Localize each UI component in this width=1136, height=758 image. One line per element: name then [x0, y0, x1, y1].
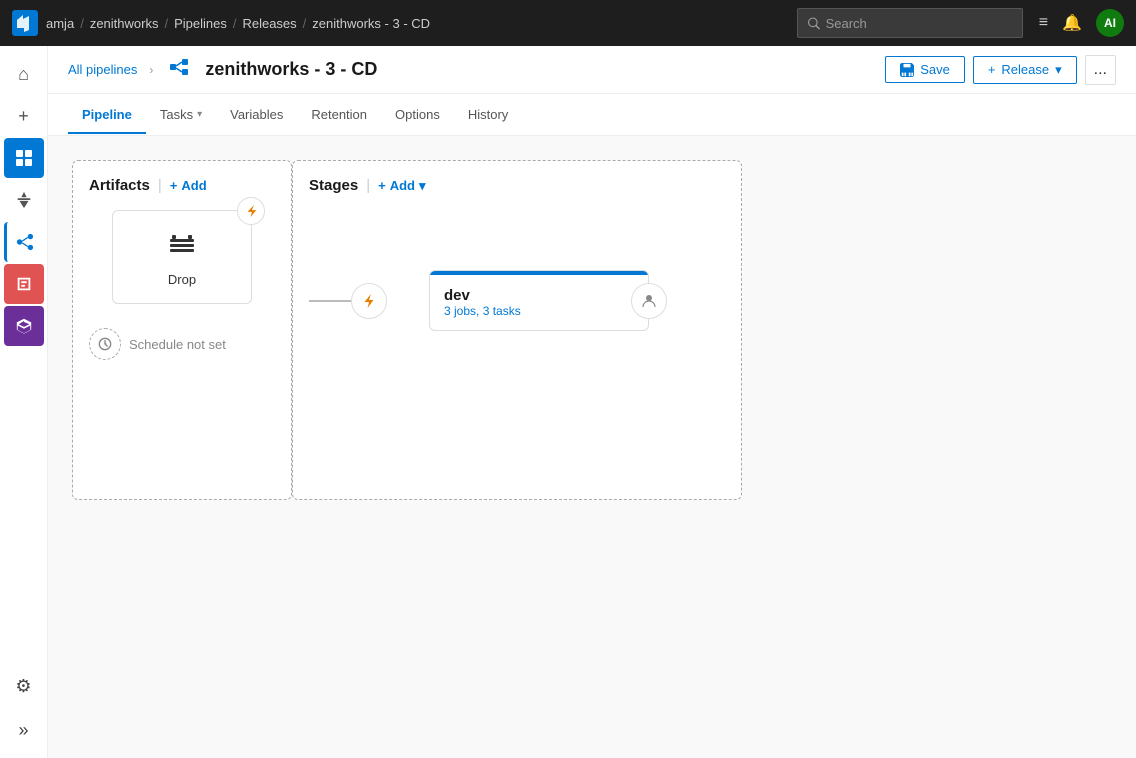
bell-icon[interactable]: 🔔 — [1062, 13, 1082, 33]
person-icon — [641, 293, 657, 309]
tasks-chevron: ▾ — [197, 109, 202, 120]
artifact-type-icon — [166, 227, 198, 266]
schedule-area: Schedule not set — [89, 328, 275, 360]
sidebar-item-add[interactable]: + — [4, 96, 44, 136]
tab-pipeline[interactable]: Pipeline — [68, 97, 146, 134]
sidebar-bottom: ⚙ » — [4, 666, 44, 750]
pipeline-canvas: Artifacts | + Add — [48, 136, 1136, 758]
breadcrumb-amja[interactable]: amja — [46, 16, 74, 31]
schedule-label: Schedule not set — [129, 337, 226, 352]
page-title: zenithworks - 3 - CD — [205, 59, 377, 80]
expand-icon[interactable]: » — [4, 710, 44, 750]
breadcrumb-zenithworks[interactable]: zenithworks — [90, 16, 159, 31]
more-options-button[interactable]: ... — [1085, 55, 1116, 85]
add-label: Add — [181, 178, 206, 193]
artifacts-header: Artifacts | + Add — [89, 177, 275, 194]
tab-history[interactable]: History — [454, 97, 522, 134]
tab-variables[interactable]: Variables — [216, 97, 297, 134]
azure-devops-logo[interactable] — [12, 10, 38, 36]
save-button[interactable]: Save — [885, 56, 965, 83]
stage-meta: 3 jobs, 3 tasks — [444, 304, 634, 318]
stages-title: Stages — [309, 177, 358, 194]
breadcrumb: amja / zenithworks / Pipelines / Release… — [46, 16, 789, 31]
avatar[interactable]: AI — [1096, 9, 1124, 37]
more-icon: ... — [1094, 61, 1107, 78]
breadcrumb-releases[interactable]: Releases — [242, 16, 296, 31]
topbar: amja / zenithworks / Pipelines / Release… — [0, 0, 1136, 46]
lightning-icon — [244, 204, 258, 218]
tab-options[interactable]: Options — [381, 97, 454, 134]
sidebar-item-testplans[interactable] — [4, 264, 44, 304]
breadcrumb-current: zenithworks - 3 - CD — [312, 16, 430, 31]
stage-info: dev 3 jobs, 3 tasks — [444, 287, 634, 318]
stage-lightning-icon — [361, 293, 377, 309]
tab-tasks[interactable]: Tasks ▾ — [146, 97, 216, 134]
pipeline-icon — [169, 57, 189, 82]
sidebar-item-pipelines[interactable] — [4, 222, 44, 262]
breadcrumb-pipelines[interactable]: Pipelines — [174, 16, 227, 31]
artifact-label: Drop — [168, 272, 196, 287]
artifacts-add-link[interactable]: + Add — [170, 178, 207, 193]
stage-name: dev — [444, 287, 634, 304]
stages-add-label: Add — [390, 178, 415, 193]
stages-box: Stages | + Add ▾ — [292, 160, 742, 500]
add-plus-icon: + — [170, 178, 178, 193]
all-pipelines-link[interactable]: All pipelines — [68, 62, 137, 77]
artifact-card[interactable]: Drop — [112, 210, 252, 304]
stages-inner: dev 3 jobs, 3 tasks — [309, 210, 725, 391]
artifact-badge — [237, 197, 265, 225]
artifacts-box: Artifacts | + Add — [72, 160, 292, 500]
sidebar: ⌂ + ⚙ » — [0, 46, 48, 758]
list-icon[interactable]: ≡ — [1039, 14, 1048, 32]
sub-topbar: All pipelines › zenithworks - 3 - CD Sav… — [48, 46, 1136, 94]
stages-add-link[interactable]: + Add ▾ — [378, 178, 425, 194]
sidebar-item-artifacts[interactable] — [4, 306, 44, 346]
tabs-bar: Pipeline Tasks ▾ Variables Retention Opt… — [48, 94, 1136, 136]
main-layout: ⌂ + ⚙ » All pipelines › zen — [0, 46, 1136, 758]
clock-icon — [98, 337, 112, 351]
settings-icon[interactable]: ⚙ — [4, 666, 44, 706]
stage-card-body: dev 3 jobs, 3 tasks — [430, 275, 648, 330]
stages-chevron: ▾ — [419, 178, 426, 194]
release-chevron: ▾ — [1055, 62, 1062, 78]
save-label: Save — [920, 62, 950, 77]
sidebar-item-boards[interactable] — [4, 138, 44, 178]
header-actions: Save + Release ▾ ... — [885, 55, 1116, 85]
stage-trigger-btn[interactable] — [351, 283, 387, 319]
stage-approvers-button[interactable] — [631, 283, 667, 319]
stage-card-dev[interactable]: dev 3 jobs, 3 tasks — [429, 270, 649, 331]
content-area: All pipelines › zenithworks - 3 - CD Sav… — [48, 46, 1136, 758]
pipeline-row: Artifacts | + Add — [72, 160, 1112, 500]
save-icon — [900, 63, 914, 77]
release-label: Release — [1001, 62, 1049, 77]
release-button[interactable]: + Release ▾ — [973, 56, 1077, 84]
stages-add-plus-icon: + — [378, 178, 386, 193]
search-box[interactable] — [797, 8, 1023, 38]
artifacts-title: Artifacts — [89, 177, 150, 194]
search-icon — [808, 17, 820, 30]
sidebar-item-home[interactable]: ⌂ — [4, 54, 44, 94]
plus-icon: + — [988, 62, 996, 77]
schedule-icon[interactable] — [89, 328, 121, 360]
tab-retention[interactable]: Retention — [297, 97, 381, 134]
search-input[interactable] — [826, 16, 1012, 31]
stages-header: Stages | + Add ▾ — [309, 177, 725, 194]
stage-card-wrapper: dev 3 jobs, 3 tasks — [369, 270, 649, 331]
breadcrumb-chevron: › — [149, 63, 153, 77]
topbar-icons: ≡ 🔔 AI — [1039, 9, 1124, 37]
sidebar-item-repos[interactable] — [4, 180, 44, 220]
